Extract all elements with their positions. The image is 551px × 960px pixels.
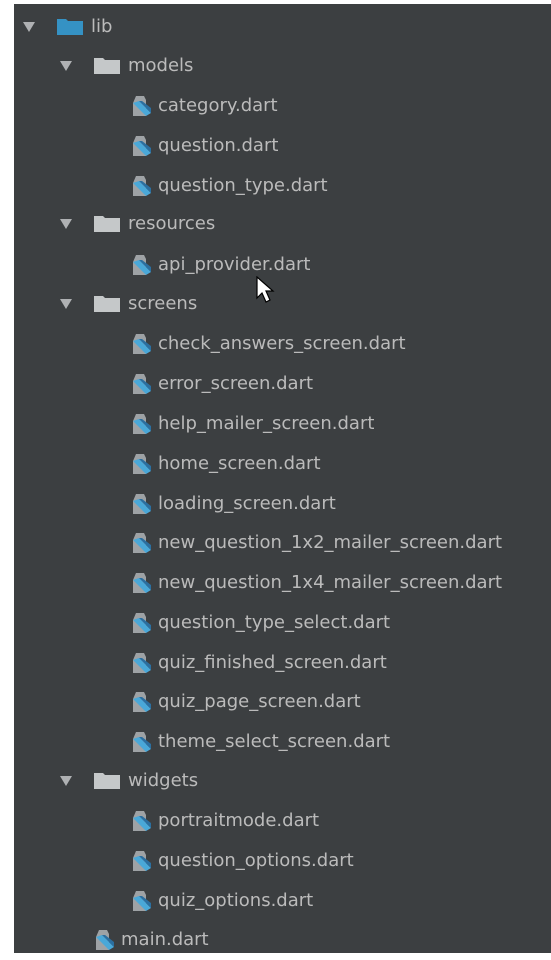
dart-file-icon (133, 96, 151, 116)
tree-item-label: category.dart (158, 95, 278, 116)
tree-item-label: screens (128, 293, 198, 314)
expand-arrow-icon[interactable] (60, 61, 72, 71)
dart-file-icon (133, 334, 151, 354)
tree-item-label: question_options.dart (158, 850, 354, 871)
tree-item-label: quiz_page_screen.dart (158, 691, 361, 712)
tree-file-quiz-finished-screen[interactable]: quiz_finished_screen.dart (130, 643, 387, 683)
tree-file-main[interactable]: main.dart (93, 920, 209, 960)
tree-item-screens[interactable]: screens (60, 284, 197, 324)
project-tree-panel: lib models category.dart question.dart q… (14, 4, 551, 953)
tree-item-label: quiz_finished_screen.dart (158, 652, 387, 673)
tree-item-label: home_screen.dart (158, 453, 321, 474)
dart-file-icon (133, 374, 151, 394)
tree-item-lib[interactable]: lib (23, 7, 112, 47)
tree-item-label: new_question_1x4_mailer_screen.dart (158, 572, 503, 593)
tree-item-label: theme_select_screen.dart (158, 731, 391, 752)
dart-file-icon (133, 653, 151, 673)
tree-item-models[interactable]: models (60, 46, 193, 86)
tree-item-label: portraitmode.dart (158, 810, 320, 831)
tree-item-label: question_type_select.dart (158, 612, 391, 633)
tree-file-question-options[interactable]: question_options.dart (130, 841, 354, 881)
tree-item-resources[interactable]: resources (60, 204, 215, 244)
folder-icon (94, 58, 120, 74)
dart-file-icon (96, 930, 114, 950)
tree-item-label: quiz_options.dart (158, 890, 314, 911)
tree-item-label: question_type.dart (158, 175, 328, 196)
tree-file-quiz-options[interactable]: quiz_options.dart (130, 881, 313, 921)
tree-file-new-question-1x2[interactable]: new_question_1x2_mailer_screen.dart (130, 523, 502, 563)
dart-file-icon (133, 136, 151, 156)
dart-file-icon (133, 414, 151, 434)
tree-item-widgets[interactable]: widgets (60, 761, 198, 801)
dart-file-icon (133, 692, 151, 712)
tree-file-quiz-page-screen[interactable]: quiz_page_screen.dart (130, 682, 361, 722)
expand-arrow-icon[interactable] (60, 299, 72, 309)
dart-file-icon (133, 613, 151, 633)
tree-item-label: help_mailer_screen.dart (158, 413, 375, 434)
tree-file-portraitmode[interactable]: portraitmode.dart (130, 801, 319, 841)
tree-file-home-screen[interactable]: home_screen.dart (130, 444, 321, 484)
tree-file-question-type[interactable]: question_type.dart (130, 166, 328, 206)
dart-file-icon (133, 732, 151, 752)
folder-icon (94, 216, 120, 232)
tree-file-api-provider[interactable]: api_provider.dart (130, 245, 310, 285)
tree-file-error-screen[interactable]: error_screen.dart (130, 364, 313, 404)
tree-file-check-answers-screen[interactable]: check_answers_screen.dart (130, 324, 406, 364)
dart-file-icon (133, 851, 151, 871)
expand-arrow-icon[interactable] (23, 22, 35, 32)
folder-icon (94, 296, 120, 312)
tree-item-label: main.dart (121, 929, 209, 950)
folder-icon (94, 773, 120, 789)
tree-item-label: api_provider.dart (158, 254, 311, 275)
tree-item-label: widgets (128, 770, 199, 791)
tree-item-label: models (128, 55, 194, 76)
tree-file-question[interactable]: question.dart (130, 126, 278, 166)
dart-file-icon (133, 891, 151, 911)
dart-file-icon (133, 454, 151, 474)
expand-arrow-icon[interactable] (60, 776, 72, 786)
tree-file-theme-select-screen[interactable]: theme_select_screen.dart (130, 722, 390, 762)
tree-file-new-question-1x4[interactable]: new_question_1x4_mailer_screen.dart (130, 563, 502, 603)
dart-file-icon (133, 811, 151, 831)
expand-arrow-icon[interactable] (60, 219, 72, 229)
dart-file-icon (133, 176, 151, 196)
mouse-cursor-icon (256, 276, 275, 303)
tree-file-loading-screen[interactable]: loading_screen.dart (130, 484, 336, 524)
tree-file-help-mailer-screen[interactable]: help_mailer_screen.dart (130, 404, 374, 444)
tree-file-question-type-select[interactable]: question_type_select.dart (130, 603, 390, 643)
dart-file-icon (133, 533, 151, 553)
tree-file-category[interactable]: category.dart (130, 86, 278, 126)
tree-item-label: loading_screen.dart (158, 493, 336, 514)
tree-item-label: question.dart (158, 135, 279, 156)
dart-file-icon (133, 573, 151, 593)
dart-file-icon (133, 494, 151, 514)
folder-icon (57, 19, 83, 35)
tree-item-label: lib (91, 16, 113, 37)
dart-file-icon (133, 255, 151, 275)
tree-item-label: new_question_1x2_mailer_screen.dart (158, 532, 503, 553)
tree-item-label: resources (128, 213, 216, 234)
tree-item-label: check_answers_screen.dart (158, 333, 406, 354)
tree-item-label: error_screen.dart (158, 373, 314, 394)
